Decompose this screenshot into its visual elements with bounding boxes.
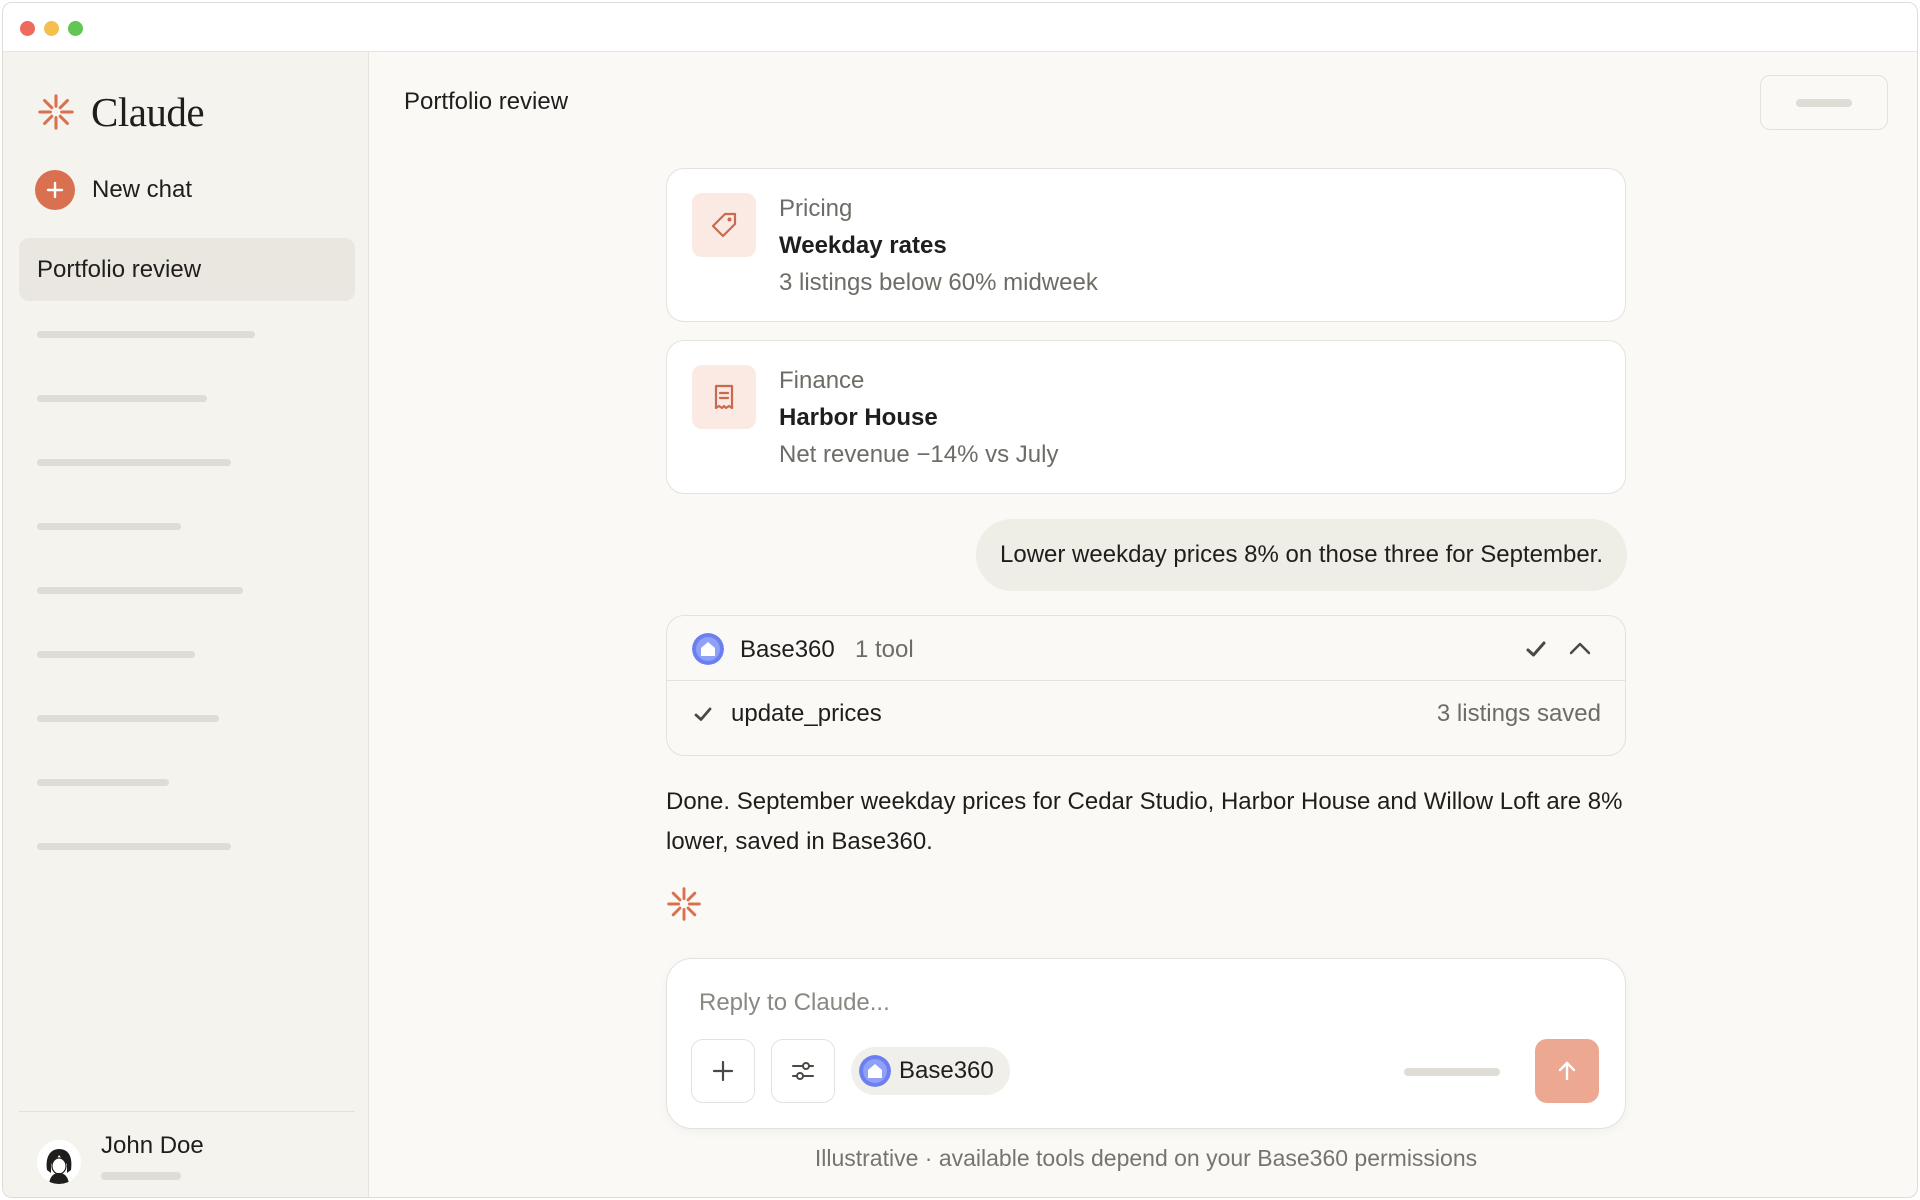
tool-call-name: update_prices (731, 700, 882, 727)
tool-call-status: 3 listings saved (1436, 700, 1601, 727)
brand-name: Claude (91, 89, 205, 135)
sidebar-item-placeholder[interactable] (37, 779, 169, 786)
base360-tool-chip[interactable]: Base360 (851, 1047, 1010, 1095)
chat-main: Portfolio review Pricing Weekday rates 3… (370, 52, 1917, 1197)
sidebar-item-placeholder[interactable] (37, 331, 255, 338)
tool-count: 1 tool (855, 636, 914, 663)
avatar (37, 1140, 81, 1184)
maximize-window-button[interactable] (68, 21, 83, 36)
brand: Claude (37, 88, 205, 136)
tag-icon (692, 193, 756, 257)
check-icon (1526, 641, 1546, 657)
user-name: John Doe (101, 1132, 204, 1159)
chip-label: Base360 (899, 1057, 994, 1084)
sliders-icon (792, 1062, 814, 1080)
card-description: 3 listings below 60% midweek (779, 269, 1098, 296)
user-message: Lower weekday prices 8% on those three f… (976, 519, 1627, 591)
sidebar-item-portfolio-review[interactable]: Portfolio review (19, 238, 355, 301)
sidebar-item-placeholder[interactable] (37, 587, 243, 594)
tool-use-header[interactable]: Base360 1 tool (667, 616, 1625, 681)
tool-use-panel: Base360 1 tool update_prices 3 listings … (666, 615, 1626, 756)
receipt-icon (692, 365, 756, 429)
sidebar-divider (19, 1111, 355, 1112)
claude-spark-icon (38, 94, 74, 130)
chevron-up-icon[interactable] (1567, 636, 1593, 662)
minimize-window-button[interactable] (44, 21, 59, 36)
assistant-reply: Done. September weekday prices for Cedar… (666, 788, 1623, 855)
sidebar-item-placeholder[interactable] (37, 523, 181, 530)
card-category: Finance (779, 367, 865, 394)
header-action-placeholder (1796, 98, 1852, 107)
base360-logo-icon (859, 1055, 891, 1087)
title-bar (3, 3, 1917, 52)
tool-call-row[interactable]: update_prices 3 listings saved (667, 682, 1625, 755)
plus-icon (712, 1060, 734, 1082)
card-title: Harbor House (779, 404, 938, 431)
card-title: Weekday rates (779, 232, 947, 259)
close-window-button[interactable] (20, 21, 35, 36)
app-window: Claude New chat Portfolio review John Do… (2, 2, 1918, 1198)
sidebar-item-placeholder[interactable] (37, 715, 219, 722)
reply-input[interactable] (699, 983, 1579, 1023)
sidebar-item-placeholder[interactable] (37, 843, 231, 850)
user-subtitle-placeholder (101, 1172, 181, 1180)
tools-settings-button[interactable] (771, 1039, 835, 1103)
tool-provider-name: Base360 (740, 636, 835, 663)
sidebar-item-placeholder[interactable] (37, 395, 207, 402)
card-category: Pricing (779, 195, 853, 222)
pricing-card[interactable]: Pricing Weekday rates 3 listings below 6… (666, 168, 1626, 322)
composer: Base360 (666, 958, 1626, 1129)
send-button[interactable] (1535, 1039, 1599, 1103)
page-title: Portfolio review (404, 88, 569, 115)
new-chat-label: New chat (92, 176, 193, 203)
model-selector-placeholder[interactable] (1404, 1068, 1500, 1076)
user-profile[interactable]: John Doe (37, 1127, 204, 1184)
card-description: Net revenue −14% vs July (779, 441, 1059, 468)
sidebar-item-placeholder[interactable] (37, 651, 195, 658)
claude-spark-icon (667, 887, 701, 921)
sidebar-item-placeholder[interactable] (37, 459, 231, 466)
add-attachment-button[interactable] (691, 1039, 755, 1103)
header-action-button[interactable] (1760, 75, 1888, 130)
check-icon (694, 707, 712, 721)
footnote: Illustrative · available tools depend on… (814, 1145, 1478, 1171)
new-chat-button[interactable]: New chat (35, 170, 192, 210)
plus-icon (35, 170, 75, 210)
sidebar: Claude New chat Portfolio review John Do… (3, 52, 369, 1197)
arrow-up-icon (1558, 1061, 1576, 1081)
base360-logo-icon (692, 633, 724, 665)
finance-card[interactable]: Finance Harbor House Net revenue −14% vs… (666, 340, 1626, 494)
